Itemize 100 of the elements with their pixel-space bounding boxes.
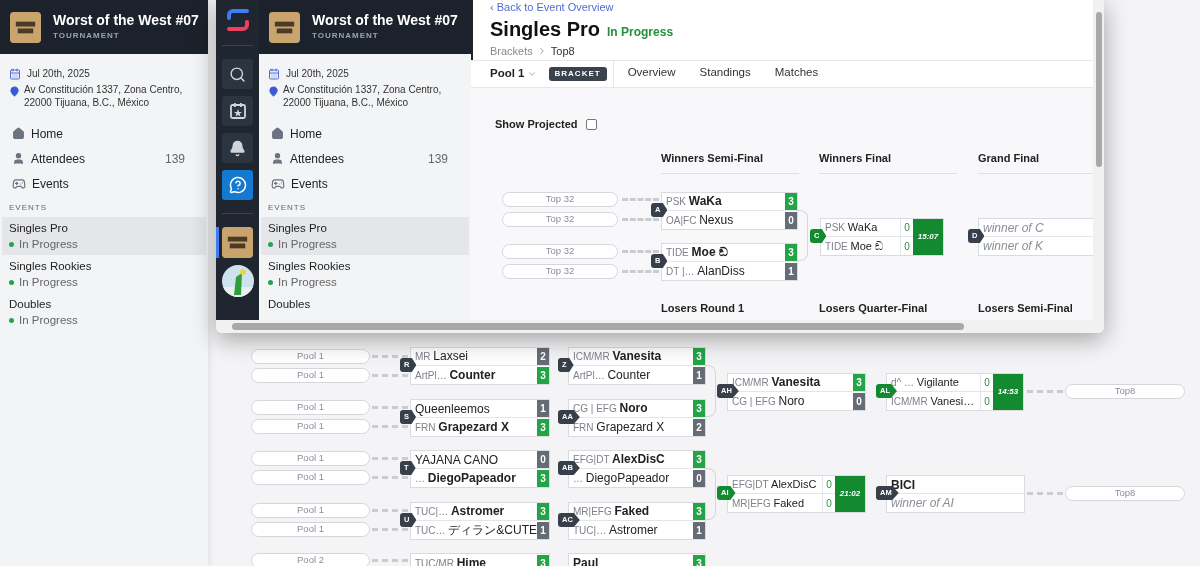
score: 0 (693, 469, 705, 487)
score: 2 (693, 418, 705, 436)
app-logo[interactable] (226, 8, 249, 32)
calendar-icon (268, 67, 280, 80)
seed-pill: Pool 1 (251, 349, 370, 364)
show-projected-checkbox[interactable] (585, 118, 597, 130)
match-card[interactable]: YAJANA CANO 0 … DiegoPapeador 3 (410, 450, 550, 488)
nav-item[interactable]: Events (268, 171, 462, 196)
event-item[interactable]: Singles Rookies In Progress (2, 255, 206, 293)
event-item[interactable]: Doubles In Progress (2, 293, 206, 331)
player-name: OA|FC Nexus (665, 212, 735, 228)
score: 3 (785, 244, 797, 261)
score: 1 (693, 521, 705, 539)
seed-pill: Top 32 (502, 192, 618, 207)
score: 3 (693, 503, 705, 520)
calendar-button[interactable] (222, 96, 253, 126)
match-card[interactable]: TUC/MR Hime 3 (410, 553, 550, 566)
player-name: winner of K (982, 239, 1045, 253)
tournament-logo (222, 227, 253, 258)
nav-item[interactable]: Events (9, 171, 199, 196)
event-name: Doubles (9, 297, 53, 312)
seed-pill: Pool 1 (251, 522, 370, 537)
event-item[interactable]: Singles Rookies In Progress (261, 255, 469, 293)
event-status: In Progress (19, 275, 78, 290)
player-name: … DiegoPapeador (414, 470, 517, 486)
tab[interactable]: Matches (774, 61, 819, 87)
player-name: winner of C (982, 220, 1045, 235)
pool-dropdown[interactable]: Pool 1 (490, 65, 537, 83)
player-name: FRN Grapezard X (414, 419, 511, 435)
match-card[interactable]: PSK WaKa 0 TIDE Moe ඞ 0 15:07 (820, 218, 944, 256)
player-name: ArtPl… Counter (414, 367, 497, 383)
seed-pill: Pool 2 (251, 553, 370, 566)
back-link[interactable]: ‹ Back to Event Overview (490, 0, 1093, 14)
match-card[interactable]: TUC|… Astromer 3 TUC… ディラン&CUTE 1 (410, 502, 550, 540)
seed-pill: Top 32 (502, 244, 618, 259)
score: 0 (853, 392, 865, 410)
connector-line (1027, 492, 1063, 495)
player-name: EFG|DT AlexDisC (572, 452, 666, 467)
tab[interactable]: Overview (627, 61, 676, 87)
tournament-title: Worst of the West #07 (312, 12, 458, 30)
help-icon (228, 176, 247, 194)
score: 1 (537, 400, 549, 417)
match-card[interactable]: PSK WaKa 3 OA|FC Nexus 0 (661, 192, 798, 230)
help-button[interactable] (222, 170, 253, 200)
player-name: TIDE Moe ඞ (665, 245, 729, 260)
tournament-button[interactable] (222, 227, 253, 258)
tournament-logo (269, 11, 300, 43)
seed-pill: Pool 1 (251, 470, 370, 485)
nav-item[interactable]: Home (9, 121, 199, 146)
player-name: PSK WaKa (824, 220, 879, 235)
tab[interactable]: Standings (699, 61, 751, 87)
seed-pill: Pool 1 (251, 503, 370, 518)
round-heading: Winners Final (819, 152, 893, 165)
event-status: In Progress (278, 275, 337, 290)
score: 3 (693, 400, 705, 417)
nav-item[interactable]: Attendees 139 (9, 146, 199, 171)
round-heading: Losers Quarter-Final (819, 302, 929, 315)
event-address: Av Constitución 1337, Zona Centro, 22000 Tijuana, B.C., México (283, 83, 443, 109)
avatar[interactable] (221, 265, 254, 297)
match-card[interactable]: ICM/MR Vanesita 3 ArtPl… Counter 1 (568, 347, 706, 385)
event-item[interactable]: Singles Pro In Progress (2, 217, 206, 255)
event-item[interactable]: Singles Pro In Progress (261, 217, 469, 255)
player-name: … DiegoPapeador (572, 470, 671, 486)
player-name: MR Laxsei (414, 349, 470, 364)
player-name: TIDE Moe ඞ (824, 238, 885, 254)
player-name: TUC|… Astromer (414, 504, 506, 519)
event-status: In Progress (278, 237, 337, 252)
match-card[interactable]: EFG|DT AlexDisC 0 MR|EFG Faked 0 21:02 (727, 475, 866, 513)
player-name: TUC/MR Hime (414, 555, 487, 566)
event-name: Singles Pro (268, 221, 328, 236)
score: 3 (537, 418, 549, 436)
match-card[interactable]: Queenleemos 1 FRN Grapezard X 3 (410, 399, 550, 437)
match-card[interactable]: TIDE Moe ඞ 3 DT |… AlanDiss 1 (661, 243, 798, 281)
event-status: In Progress (19, 237, 78, 252)
gamepad-icon (12, 176, 26, 191)
match-card[interactable]: MR Laxsei 2 ArtPl… Counter 3 (410, 347, 550, 385)
checkbox-label: Show Projected (495, 117, 578, 132)
score: 3 (537, 503, 549, 520)
page-title: Singles Pro (490, 17, 601, 41)
seed-pill: Top 32 (502, 212, 618, 227)
notifications-button[interactable] (222, 133, 253, 163)
score: 3 (537, 554, 549, 566)
nav-item[interactable]: Home (268, 121, 462, 146)
home-icon (12, 127, 25, 140)
breadcrumb-item[interactable]: Brackets (490, 43, 533, 60)
score: 3 (537, 469, 549, 487)
event-item[interactable]: Doubles (261, 293, 469, 312)
score: 3 (693, 451, 705, 468)
score: 0 (537, 451, 549, 468)
match-timer: 14:53 (993, 374, 1023, 410)
seed-pill: Top8 (1065, 384, 1185, 399)
vertical-scrollbar[interactable] (1093, 0, 1104, 320)
player-name: TUC… ディラン&CUTE (414, 522, 537, 538)
horizontal-scrollbar[interactable] (216, 320, 1104, 333)
match-timer: 21:02 (835, 476, 865, 512)
score: 3 (853, 374, 865, 391)
event-name: Doubles (268, 297, 312, 312)
nav-item[interactable]: Attendees 139 (268, 146, 462, 171)
search-button[interactable] (222, 59, 253, 89)
player-name: ArtPl… Counter (572, 367, 652, 383)
